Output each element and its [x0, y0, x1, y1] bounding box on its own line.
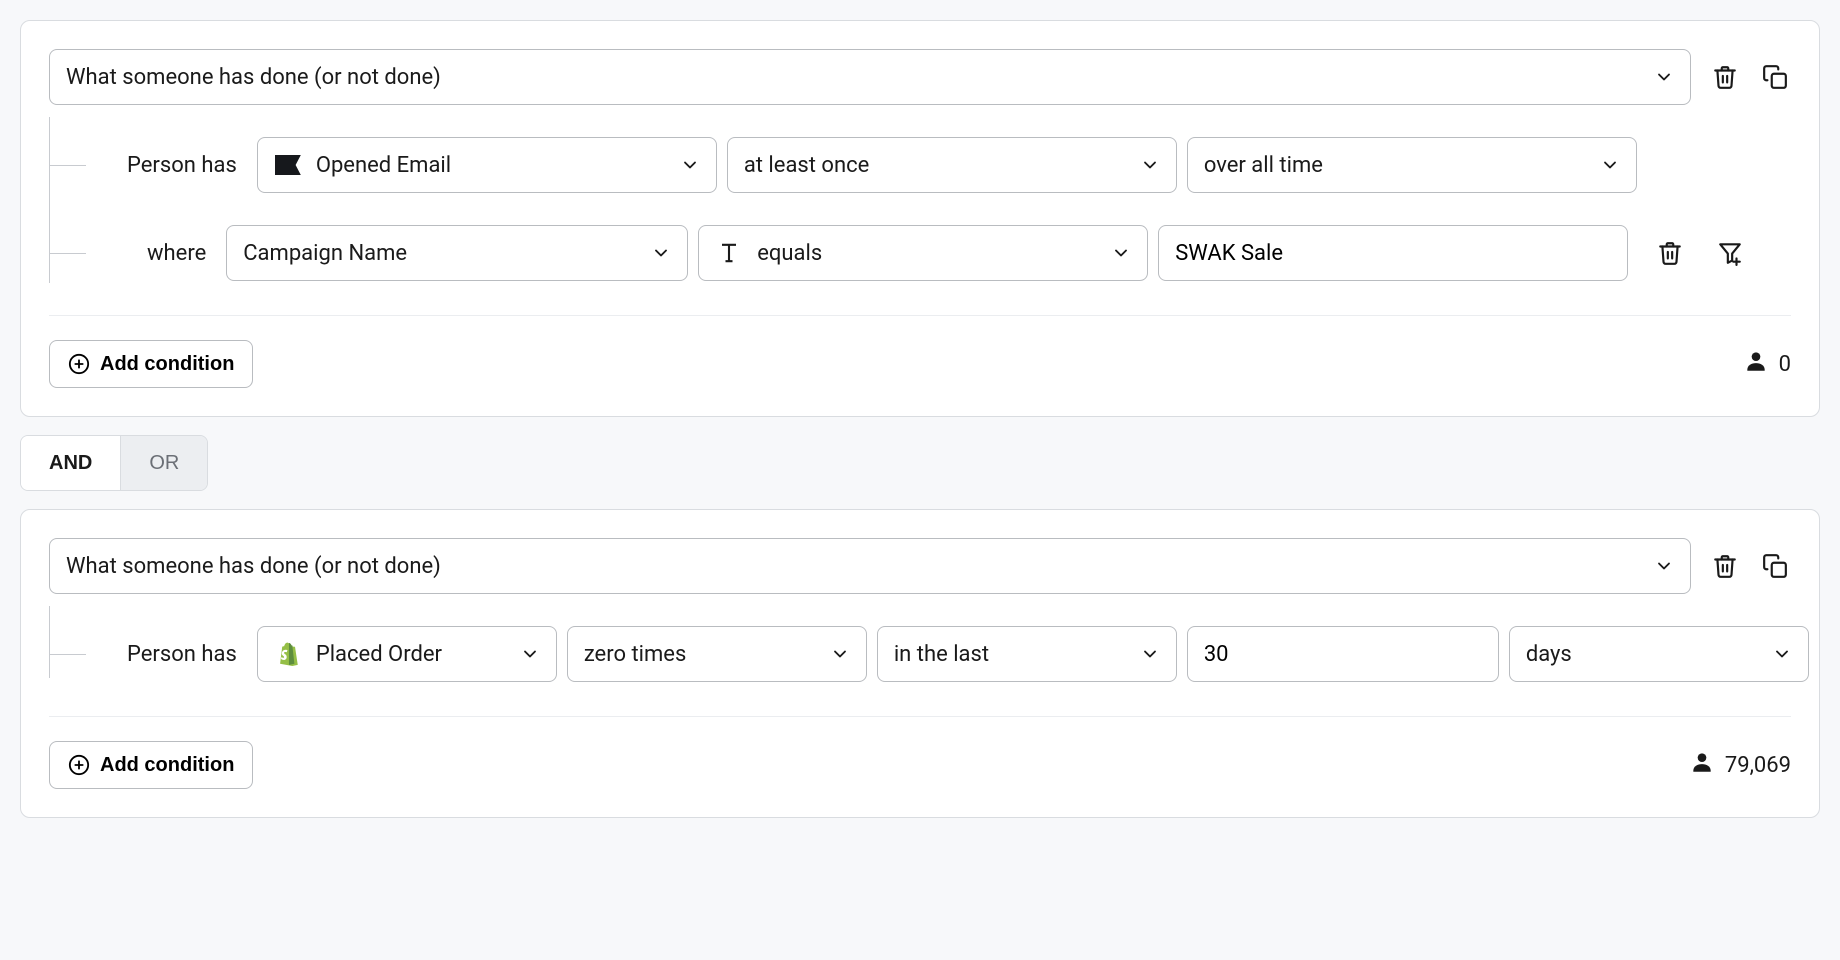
chevron-down-icon	[680, 155, 700, 175]
chevron-down-icon	[1654, 67, 1674, 87]
person-icon	[1743, 348, 1769, 380]
chevron-down-icon	[1111, 243, 1131, 263]
frequency-selector[interactable]: at least once	[727, 137, 1177, 193]
property-selector[interactable]: Campaign Name	[226, 225, 688, 281]
frequency-selector[interactable]: zero times	[567, 626, 867, 682]
unit-label: days	[1526, 642, 1572, 667]
profile-count: 79,069	[1689, 749, 1791, 781]
operator-label: equals	[757, 241, 822, 266]
condition-tree: Person has Placed Order zero times	[49, 626, 1791, 682]
delete-filter-button[interactable]	[1654, 237, 1686, 269]
unit-selector[interactable]: days	[1509, 626, 1809, 682]
duplicate-group-button[interactable]	[1759, 550, 1791, 582]
duplicate-group-button[interactable]	[1759, 61, 1791, 93]
condition-row: Person has Opened Email at least once ov…	[85, 137, 1791, 193]
person-icon	[1689, 749, 1715, 781]
condition-group: What someone has done (or not done) Pers…	[20, 509, 1820, 818]
amount-input[interactable]	[1187, 626, 1499, 682]
chevron-down-icon	[1140, 155, 1160, 175]
condition-type-label: What someone has done (or not done)	[66, 554, 441, 579]
condition-type-selector[interactable]: What someone has done (or not done)	[49, 49, 1691, 105]
chevron-down-icon	[1772, 644, 1792, 664]
metric-selector[interactable]: Placed Order	[257, 626, 557, 682]
flag-icon	[274, 151, 302, 179]
frequency-label: at least once	[744, 153, 870, 178]
condition-row: Person has Placed Order zero times	[85, 626, 1791, 682]
metric-label: Opened Email	[316, 153, 451, 178]
timeframe-selector[interactable]: over all time	[1187, 137, 1637, 193]
filter-row: where Campaign Name equals	[85, 225, 1791, 281]
profile-count: 0	[1743, 348, 1791, 380]
chevron-down-icon	[520, 644, 540, 664]
chevron-down-icon	[830, 644, 850, 664]
add-condition-button[interactable]: Add condition	[49, 741, 253, 789]
delete-group-button[interactable]	[1709, 550, 1741, 582]
row-prefix: where	[85, 241, 216, 266]
timeframe-label: in the last	[894, 642, 989, 667]
value-input[interactable]	[1158, 225, 1628, 281]
logic-and-button[interactable]: AND	[21, 436, 121, 490]
row-prefix: Person has	[85, 642, 247, 667]
property-label: Campaign Name	[243, 241, 407, 266]
condition-tree: Person has Opened Email at least once ov…	[49, 137, 1791, 281]
timeframe-label: over all time	[1204, 153, 1323, 178]
logic-or-button[interactable]: OR	[121, 436, 207, 490]
condition-group: What someone has done (or not done) Pers…	[20, 20, 1820, 417]
chevron-down-icon	[1140, 644, 1160, 664]
add-filter-button[interactable]	[1835, 638, 1840, 670]
delete-group-button[interactable]	[1709, 61, 1741, 93]
metric-label: Placed Order	[316, 642, 442, 667]
chevron-down-icon	[1600, 155, 1620, 175]
timeframe-selector[interactable]: in the last	[877, 626, 1177, 682]
logic-toggle: AND OR	[20, 435, 208, 491]
frequency-label: zero times	[584, 642, 687, 667]
count-value: 79,069	[1725, 753, 1791, 778]
metric-selector[interactable]: Opened Email	[257, 137, 717, 193]
chevron-down-icon	[1654, 556, 1674, 576]
add-filter-button[interactable]	[1714, 237, 1746, 269]
operator-selector[interactable]: equals	[698, 225, 1148, 281]
add-condition-button[interactable]: Add condition	[49, 340, 253, 388]
shopify-icon	[274, 640, 302, 668]
text-type-icon	[715, 239, 743, 267]
condition-type-selector[interactable]: What someone has done (or not done)	[49, 538, 1691, 594]
add-condition-label: Add condition	[100, 754, 234, 777]
add-condition-label: Add condition	[100, 353, 234, 376]
chevron-down-icon	[651, 243, 671, 263]
condition-type-label: What someone has done (or not done)	[66, 65, 441, 90]
row-prefix: Person has	[85, 153, 247, 178]
count-value: 0	[1779, 352, 1791, 377]
